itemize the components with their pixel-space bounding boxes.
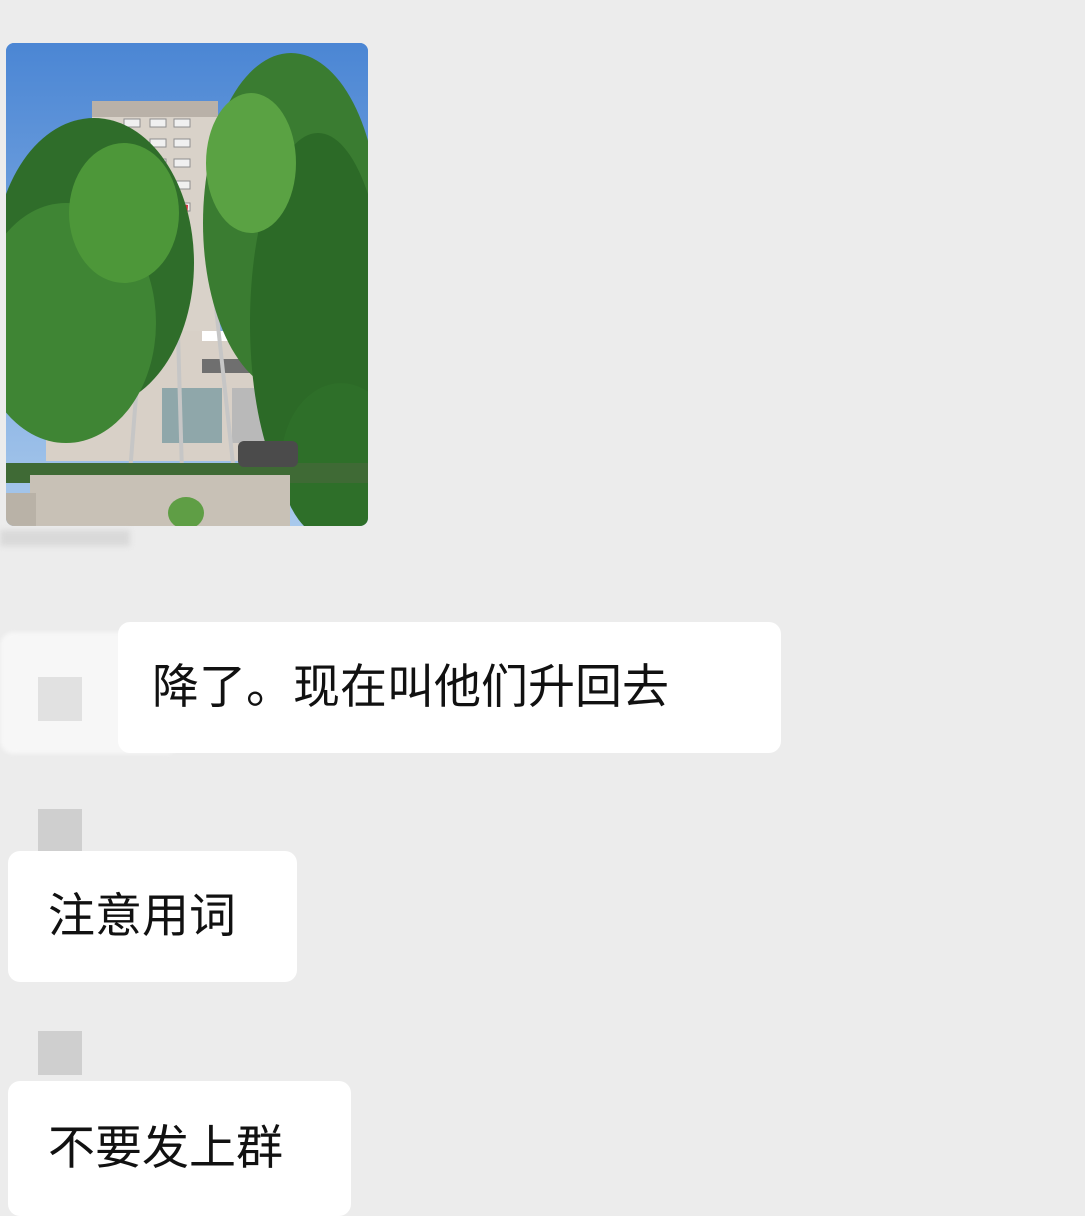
- message-text: 不要发上群: [48, 1121, 283, 1176]
- chat-thread: 降了。现在叫他们升回去 注意用词 不要发上群: [0, 0, 1085, 1216]
- message-bubble[interactable]: 注意用词: [8, 851, 297, 982]
- avatar[interactable]: [38, 809, 82, 853]
- blurred-area: [0, 530, 130, 546]
- image-message[interactable]: [6, 43, 368, 526]
- message-bubble[interactable]: 不要发上群: [8, 1081, 351, 1216]
- photo-preview: [6, 43, 368, 526]
- message-bubble[interactable]: 降了。现在叫他们升回去: [118, 622, 781, 753]
- message-text: 注意用词: [48, 889, 236, 944]
- avatar[interactable]: [38, 1031, 82, 1075]
- avatar[interactable]: [38, 677, 82, 721]
- message-text: 降了。现在叫他们升回去: [152, 660, 669, 715]
